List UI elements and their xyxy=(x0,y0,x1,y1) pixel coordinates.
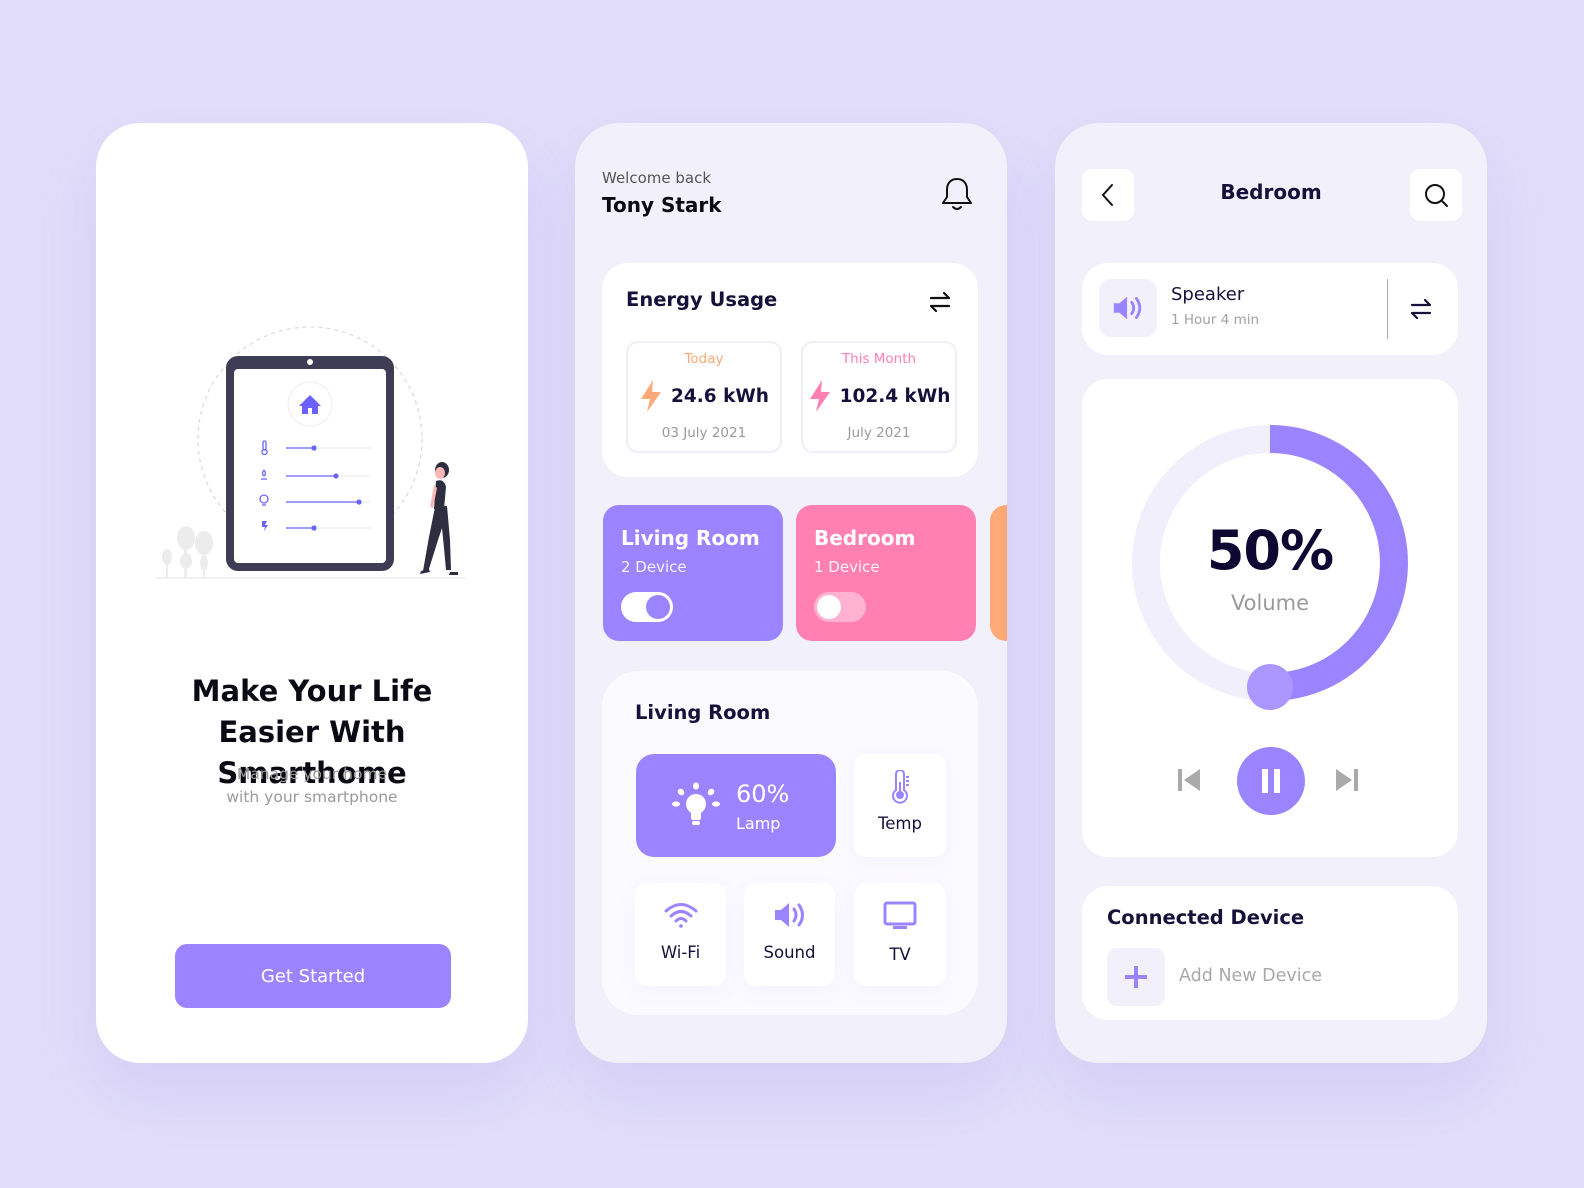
today-date: 03 July 2021 xyxy=(661,425,747,441)
tv-icon xyxy=(883,901,917,929)
bedroom-screen: Bedroom Speaker 1 Hour 4 min 50% Volume xyxy=(1055,123,1487,1063)
device-temp[interactable]: Temp xyxy=(854,754,946,857)
energy-today-stat: Today 24.6 kWh 03 July 2021 xyxy=(626,341,782,453)
volume-knob[interactable] xyxy=(1247,664,1293,710)
energy-usage-title: Energy Usage xyxy=(626,288,778,311)
search-icon xyxy=(1425,184,1448,207)
device-label: TV xyxy=(889,945,911,964)
toggle-knob xyxy=(817,595,841,619)
swap-arrows-icon[interactable] xyxy=(1408,296,1434,322)
user-name: Tony Stark xyxy=(602,193,722,217)
lightbulb-icon xyxy=(672,782,720,825)
energy-month-stat: This Month 102.4 kWh July 2021 xyxy=(801,341,957,453)
device-sound[interactable]: Sound xyxy=(744,883,835,986)
lightning-icon xyxy=(641,380,662,412)
wifi-icon xyxy=(664,903,697,928)
device-tv[interactable]: TV xyxy=(854,883,946,986)
room-power-toggle[interactable] xyxy=(621,592,673,622)
get-started-button[interactable]: Get Started xyxy=(175,944,451,1008)
room-device-count: 2 Device xyxy=(621,558,687,576)
connected-device-title: Connected Device xyxy=(1107,906,1305,929)
device-label: Temp xyxy=(878,814,922,833)
lamp-device-card[interactable]: 60% Lamp xyxy=(636,754,836,857)
welcome-text: Welcome back xyxy=(602,169,712,187)
volume-value: 50% xyxy=(1206,519,1334,582)
device-label: Wi-Fi xyxy=(660,943,701,962)
lamp-label: Lamp xyxy=(736,814,781,833)
add-new-device-link[interactable]: Add New Device xyxy=(1179,966,1322,986)
lightning-icon xyxy=(809,380,830,412)
swap-arrows-icon[interactable] xyxy=(927,289,953,315)
speaker-icon xyxy=(774,903,804,927)
room-card-bedroom[interactable]: Bedroom 1 Device xyxy=(796,505,976,641)
device-wifi[interactable]: Wi-Fi xyxy=(635,883,726,986)
bell-icon[interactable] xyxy=(940,175,974,213)
search-button[interactable] xyxy=(1410,169,1462,221)
room-card-living-room[interactable]: Living Room 2 Device xyxy=(603,505,783,641)
room-power-toggle[interactable] xyxy=(814,592,866,622)
room-name: Bedroom xyxy=(814,526,916,550)
onboarding-screen: Make Your Life Easier With Smarthome Man… xyxy=(96,123,528,1063)
onboarding-subtitle: Manage your home with your smartphone xyxy=(96,763,528,809)
divider xyxy=(1387,279,1388,339)
room-device-count: 1 Device xyxy=(814,558,880,576)
room-card-partial[interactable] xyxy=(990,505,1007,641)
living-room-devices-panel: Living Room 60% Lamp Temp Wi-Fi Sound TV xyxy=(602,671,978,1015)
month-date: July 2021 xyxy=(847,425,911,441)
toggle-knob xyxy=(646,595,670,619)
pause-button[interactable] xyxy=(1237,747,1305,815)
energy-usage-card: Energy Usage Today 24.6 kWh 03 July 2021… xyxy=(602,263,978,477)
lamp-brightness: 60% xyxy=(736,780,790,808)
today-label: Today xyxy=(684,351,724,367)
skip-next-button[interactable] xyxy=(1334,767,1360,793)
volume-label: Volume xyxy=(1230,591,1310,615)
add-device-button[interactable] xyxy=(1107,948,1165,1006)
speaker-icon xyxy=(1113,296,1142,320)
connected-device-card: Connected Device Add New Device xyxy=(1082,886,1458,1020)
month-value: 102.4 kWh xyxy=(839,385,951,407)
device-label: Sound xyxy=(763,943,816,962)
pause-icon xyxy=(1262,769,1280,793)
month-label: This Month xyxy=(841,351,917,367)
living-room-title: Living Room xyxy=(635,701,771,724)
skip-previous-button[interactable] xyxy=(1176,767,1202,793)
speaker-name: Speaker xyxy=(1171,284,1245,305)
volume-card: 50% Volume xyxy=(1082,379,1458,857)
room-name: Living Room xyxy=(621,526,760,550)
speaker-duration: 1 Hour 4 min xyxy=(1171,312,1260,328)
tablet-smarthome-illustration xyxy=(156,326,466,579)
subtitle-line-1: Manage your home xyxy=(236,765,388,783)
dashboard-screen: Welcome back Tony Stark Energy Usage Tod… xyxy=(575,123,1007,1063)
plus-icon xyxy=(1125,966,1147,988)
speaker-icon-box xyxy=(1099,279,1157,337)
subtitle-line-2: with your smartphone xyxy=(226,788,398,806)
thermometer-icon xyxy=(892,770,909,804)
speaker-card[interactable]: Speaker 1 Hour 4 min xyxy=(1082,263,1458,355)
today-value: 24.6 kWh xyxy=(671,385,769,407)
